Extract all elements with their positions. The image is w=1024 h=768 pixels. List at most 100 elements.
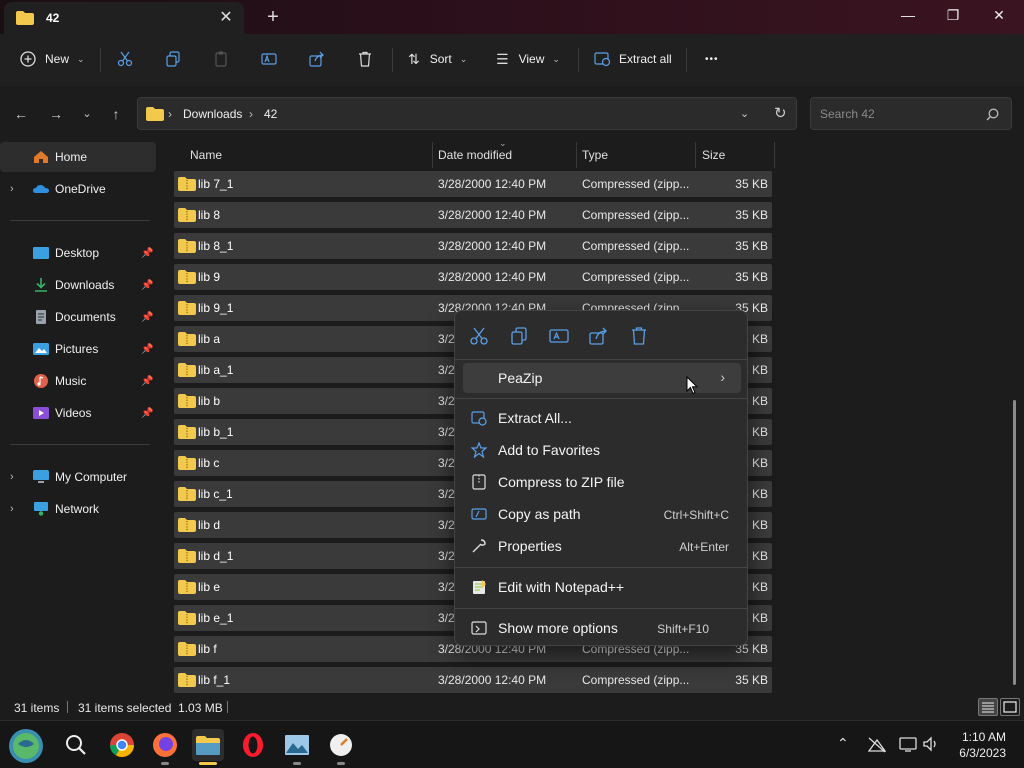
- rename-icon[interactable]: [548, 325, 570, 347]
- file-row[interactable]: lib 8 3/28/2000 12:40 PM Compressed (zipp.…: [174, 202, 772, 228]
- column-date-modified[interactable]: Date modified: [438, 148, 512, 162]
- file-row[interactable]: lib 8_1 3/28/2000 12:40 PM Compressed (zip…: [174, 233, 772, 259]
- column-type[interactable]: Type: [582, 148, 608, 162]
- more-button[interactable]: •••: [705, 45, 719, 73]
- tiles-view-button[interactable]: [1000, 698, 1020, 716]
- delete-icon[interactable]: [628, 325, 650, 347]
- sidebar-item-documents[interactable]: Documents 📌: [0, 302, 156, 332]
- file-row[interactable]: lib f_1 3/28/2000 12:40 PM Compressed (zip…: [174, 667, 772, 693]
- sidebar-item-pictures[interactable]: Pictures 📌: [0, 334, 156, 364]
- sidebar-item-label: Videos: [55, 406, 92, 420]
- chevron-right-icon[interactable]: ›: [10, 183, 14, 195]
- menu-item-copy-as-path[interactable]: Copy as path Ctrl+Shift+C: [463, 499, 741, 529]
- paste-icon[interactable]: [213, 51, 229, 67]
- address-dropdown-icon[interactable]: ⌄: [740, 107, 749, 120]
- maximize-button[interactable]: ❐: [930, 0, 976, 30]
- menu-item-peazip[interactable]: PeaZip ›: [463, 363, 741, 393]
- cut-icon[interactable]: [468, 325, 490, 347]
- sort-label: Sort: [429, 52, 452, 66]
- running-indicator: [161, 762, 169, 765]
- tab-current[interactable]: 42 ✕: [4, 2, 244, 34]
- sort-indicator-icon: ⌄: [499, 138, 507, 148]
- extract-all-button[interactable]: Extract all: [594, 45, 672, 73]
- sidebar-item-videos[interactable]: Videos 📌: [0, 398, 156, 428]
- network-disconnected-icon[interactable]: [868, 737, 886, 753]
- share-icon[interactable]: [309, 51, 325, 67]
- sidebar-item-onedrive[interactable]: › OneDrive: [0, 174, 156, 204]
- details-view-button[interactable]: [978, 698, 998, 716]
- copy-icon[interactable]: [165, 51, 181, 67]
- column-size[interactable]: Size: [702, 148, 725, 162]
- menu-item-shortcut: Shift+F10: [657, 622, 709, 636]
- column-separator[interactable]: [695, 142, 696, 168]
- cut-icon[interactable]: [117, 51, 133, 67]
- firefox-icon[interactable]: [149, 729, 181, 761]
- chevron-right-icon[interactable]: ›: [10, 503, 14, 515]
- chevron-down-icon: ⌄: [552, 53, 560, 64]
- recent-locations-button[interactable]: ⌄: [77, 104, 97, 124]
- tray-overflow-icon[interactable]: ⌃: [837, 735, 849, 752]
- sidebar-item-network[interactable]: › Network: [0, 494, 156, 524]
- file-row[interactable]: lib 7_1 3/28/2000 12:40 PM Compressed (zip…: [174, 171, 772, 197]
- minimize-button[interactable]: —: [885, 0, 931, 30]
- new-tab-button[interactable]: +: [262, 6, 284, 28]
- search-box[interactable]: Search 42: [810, 97, 1012, 130]
- sidebar-item-downloads[interactable]: Downloads 📌: [0, 270, 156, 300]
- menu-item-properties[interactable]: Properties Alt+Enter: [463, 531, 741, 561]
- menu-item-compress-zip[interactable]: Compress to ZIP file: [463, 467, 741, 497]
- file-name: lib a: [198, 332, 221, 346]
- taskbar-search-icon[interactable]: [64, 733, 88, 757]
- rename-icon[interactable]: [261, 51, 277, 67]
- view-button[interactable]: ☰ View ⌄: [496, 45, 560, 73]
- photos-icon[interactable]: [281, 729, 313, 761]
- file-name: lib 9: [198, 270, 221, 284]
- sidebar-item-my-computer[interactable]: › My Computer: [0, 462, 156, 492]
- menu-item-show-more-options[interactable]: Show more options Shift+F10: [463, 613, 741, 643]
- file-row[interactable]: lib 9 3/28/2000 12:40 PM Compressed (zipp.…: [174, 264, 772, 290]
- copy-icon[interactable]: [508, 325, 530, 347]
- chevron-down-icon: ⌄: [77, 53, 85, 64]
- vertical-scrollbar[interactable]: [1013, 400, 1016, 685]
- file-date-modified: 3/2: [438, 549, 455, 563]
- file-name: lib b: [198, 394, 221, 408]
- share-icon[interactable]: [588, 325, 610, 347]
- close-button[interactable]: ✕: [976, 0, 1022, 30]
- address-bar[interactable]: › Downloads › 42 ⌄ ↻: [137, 97, 797, 130]
- start-button-icon[interactable]: [8, 728, 44, 764]
- file-name: lib 9_1: [198, 301, 234, 315]
- chrome-icon[interactable]: [106, 729, 138, 761]
- chevron-right-icon[interactable]: ›: [10, 471, 14, 483]
- back-button[interactable]: ←: [11, 104, 31, 124]
- refresh-icon[interactable]: ↻: [774, 104, 787, 122]
- menu-item-add-to-favorites[interactable]: Add to Favorites: [463, 435, 741, 465]
- delete-icon[interactable]: [357, 51, 373, 67]
- forward-button[interactable]: →: [46, 104, 66, 124]
- breadcrumb-downloads[interactable]: Downloads: [183, 107, 242, 121]
- sort-button[interactable]: ⇅ Sort ⌄: [408, 45, 467, 73]
- opera-icon[interactable]: [237, 729, 269, 761]
- menu-item-extract-all[interactable]: Extract All...: [463, 403, 741, 433]
- breadcrumb-current[interactable]: 42: [264, 107, 277, 121]
- column-header: Name Date modified ⌄ Type Size: [172, 138, 777, 168]
- tab-close-icon[interactable]: ✕: [216, 8, 236, 28]
- breadcrumb-separator-icon: ›: [168, 107, 172, 121]
- column-separator[interactable]: [774, 142, 775, 168]
- sidebar-item-music[interactable]: Music 📌: [0, 366, 156, 396]
- column-separator[interactable]: [432, 142, 433, 168]
- sidebar-item-desktop[interactable]: Desktop 📌: [0, 238, 156, 268]
- column-name[interactable]: Name: [190, 148, 222, 162]
- column-separator[interactable]: [576, 142, 577, 168]
- file-explorer-app[interactable]: [192, 729, 224, 761]
- file-date-modified: 3/2: [438, 611, 455, 625]
- new-button[interactable]: New ⌄: [20, 45, 85, 73]
- system-clock[interactable]: 1:10 AM 6/3/2023: [959, 729, 1006, 761]
- speedometer-icon[interactable]: [325, 729, 357, 761]
- computer-icon: [33, 470, 49, 483]
- menu-item-edit-notepad[interactable]: Edit with Notepad++: [463, 572, 741, 602]
- extract-icon: [471, 411, 487, 426]
- display-icon[interactable]: [899, 736, 917, 752]
- up-button[interactable]: ↑: [106, 104, 126, 124]
- sidebar-item-home[interactable]: Home: [0, 142, 156, 172]
- volume-icon[interactable]: [922, 736, 940, 752]
- view-label: View: [518, 52, 545, 66]
